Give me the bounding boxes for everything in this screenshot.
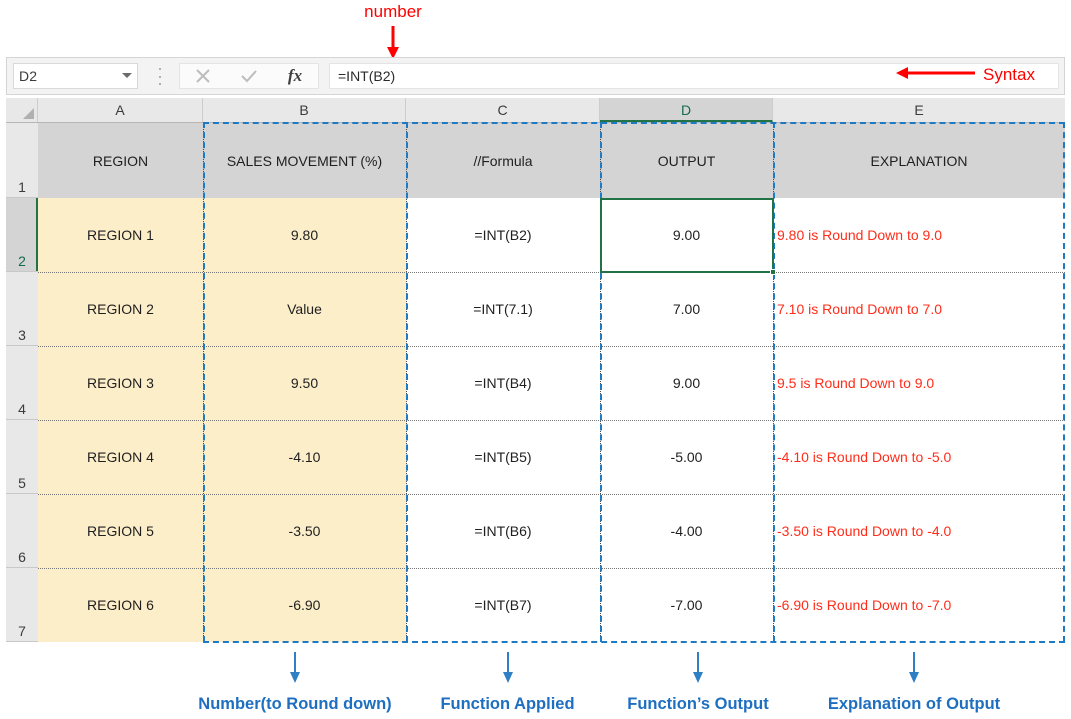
cell-b1[interactable]: SALES MOVEMENT (%)	[203, 123, 406, 198]
cell-e4[interactable]: 9.5 is Round Down to 9.0	[773, 346, 1065, 420]
row-header-3-label: 3	[18, 327, 26, 343]
cell-c1[interactable]: //Formula	[406, 123, 600, 198]
name-box-value: D2	[19, 68, 38, 84]
row-header-5[interactable]: 5	[6, 420, 38, 494]
bottom-annotation-number-label: Number(to Round down)	[198, 695, 392, 713]
row-header-4[interactable]: 4	[6, 346, 38, 420]
cell-b2[interactable]: 9.80	[203, 198, 406, 272]
grid-row-divider	[38, 494, 1065, 495]
row-header-7-label: 7	[18, 623, 26, 639]
bottom-annotation-output-label: Function’s Output	[627, 695, 769, 713]
cell-e1[interactable]: EXPLANATION	[773, 123, 1065, 198]
column-header-e[interactable]: E	[773, 98, 1065, 122]
cell-c3[interactable]: =INT(7.1)	[406, 272, 600, 346]
highlight-divider-b	[203, 122, 205, 642]
column-header-d[interactable]: D	[600, 98, 773, 122]
cell-c7[interactable]: =INT(B7)	[406, 568, 600, 642]
column-header-b[interactable]: B	[203, 98, 406, 122]
row-header-3[interactable]: 3	[6, 272, 38, 346]
formula-bar-buttons: fx	[179, 63, 319, 89]
cell-d3[interactable]: 7.00	[600, 272, 773, 346]
left-arrow-red-icon	[895, 65, 975, 86]
highlight-divider-c	[406, 122, 408, 642]
grid-row-divider	[38, 272, 1065, 273]
fill-handle[interactable]	[770, 269, 776, 275]
chevron-down-icon[interactable]	[122, 71, 132, 81]
row-header-1-label: 1	[18, 179, 26, 195]
highlight-border-right	[1063, 122, 1065, 642]
spreadsheet-grid: A B C D E 1 2 3 4 5 6 7 REGION SALES MOV…	[6, 98, 1065, 643]
number-annotation: number	[333, 2, 453, 59]
cell-b6[interactable]: -3.50	[203, 494, 406, 568]
highlight-divider-d	[600, 122, 602, 642]
bottom-annotation-explanation-label: Explanation of Output	[827, 695, 1001, 713]
syntax-annotation: Syntax	[895, 60, 1060, 90]
cell-a4[interactable]: REGION 3	[38, 346, 203, 420]
bottom-annotation-output: Function’s Output	[608, 652, 788, 714]
cell-a6[interactable]: REGION 5	[38, 494, 203, 568]
cell-e6[interactable]: -3.50 is Round Down to -4.0	[773, 494, 1065, 568]
close-icon[interactable]	[185, 64, 221, 88]
row-header-2-label: 2	[18, 253, 26, 269]
cell-d2[interactable]: 9.00	[600, 198, 773, 272]
select-all-corner[interactable]	[6, 98, 38, 122]
cell-e2[interactable]: 9.80 is Round Down to 9.0	[773, 198, 1065, 272]
cell-a5[interactable]: REGION 4	[38, 420, 203, 494]
bottom-annotation-function-label: Function Applied	[440, 695, 575, 713]
column-header-c[interactable]: C	[406, 98, 600, 122]
cell-a3[interactable]: REGION 2	[38, 272, 203, 346]
cell-c5[interactable]: =INT(B5)	[406, 420, 600, 494]
cell-e3[interactable]: 7.10 is Round Down to 7.0	[773, 272, 1065, 346]
column-header-a[interactable]: A	[38, 98, 203, 122]
cell-d7[interactable]: -7.00	[600, 568, 773, 642]
fx-icon[interactable]: fx	[277, 64, 313, 88]
row-header-6-label: 6	[18, 549, 26, 565]
row-header-4-label: 4	[18, 401, 26, 417]
number-annotation-label: number	[364, 2, 422, 21]
cell-c6[interactable]: =INT(B6)	[406, 494, 600, 568]
cell-d4[interactable]: 9.00	[600, 346, 773, 420]
cell-a2[interactable]: REGION 1	[38, 198, 203, 272]
row-header-2[interactable]: 2	[6, 198, 38, 272]
down-arrow-blue-icon	[415, 652, 600, 689]
syntax-annotation-label: Syntax	[983, 65, 1035, 84]
cell-e5[interactable]: -4.10 is Round Down to -5.0	[773, 420, 1065, 494]
down-arrow-blue-icon	[805, 652, 1023, 689]
row-header-6[interactable]: 6	[6, 494, 38, 568]
cell-d5[interactable]: -5.00	[600, 420, 773, 494]
select-all-triangle-icon	[23, 108, 34, 119]
grid-row-divider	[38, 420, 1065, 421]
cell-b3[interactable]: Value	[203, 272, 406, 346]
cell-d6[interactable]: -4.00	[600, 494, 773, 568]
cell-e7[interactable]: -6.90 is Round Down to -7.0	[773, 568, 1065, 642]
bottom-annotation-number: Number(to Round down)	[175, 652, 415, 714]
bottom-annotation-function: Function Applied	[415, 652, 600, 714]
down-arrow-blue-icon	[175, 652, 415, 689]
down-arrow-blue-icon	[608, 652, 788, 689]
row-header-1[interactable]: 1	[6, 123, 38, 198]
grid-row-divider	[38, 568, 1065, 569]
cell-d1[interactable]: OUTPUT	[600, 123, 773, 198]
bottom-annotation-explanation: Explanation of Output	[805, 652, 1023, 714]
name-box[interactable]: D2	[13, 63, 138, 89]
formula-bar-separator-dots	[158, 68, 162, 85]
cell-b4[interactable]: 9.50	[203, 346, 406, 420]
cell-a1[interactable]: REGION	[38, 123, 203, 198]
check-icon[interactable]	[231, 64, 267, 88]
highlight-border-bottom	[203, 641, 1065, 643]
cell-c4[interactable]: =INT(B4)	[406, 346, 600, 420]
cell-c2[interactable]: =INT(B2)	[406, 198, 600, 272]
row-header-5-label: 5	[18, 475, 26, 491]
cell-b5[interactable]: -4.10	[203, 420, 406, 494]
highlight-border-top	[203, 122, 1065, 124]
grid-row-divider	[38, 346, 1065, 347]
cell-b7[interactable]: -6.90	[203, 568, 406, 642]
highlight-divider-e	[773, 122, 775, 642]
row-header-7[interactable]: 7	[6, 568, 38, 642]
cell-a7[interactable]: REGION 6	[38, 568, 203, 642]
